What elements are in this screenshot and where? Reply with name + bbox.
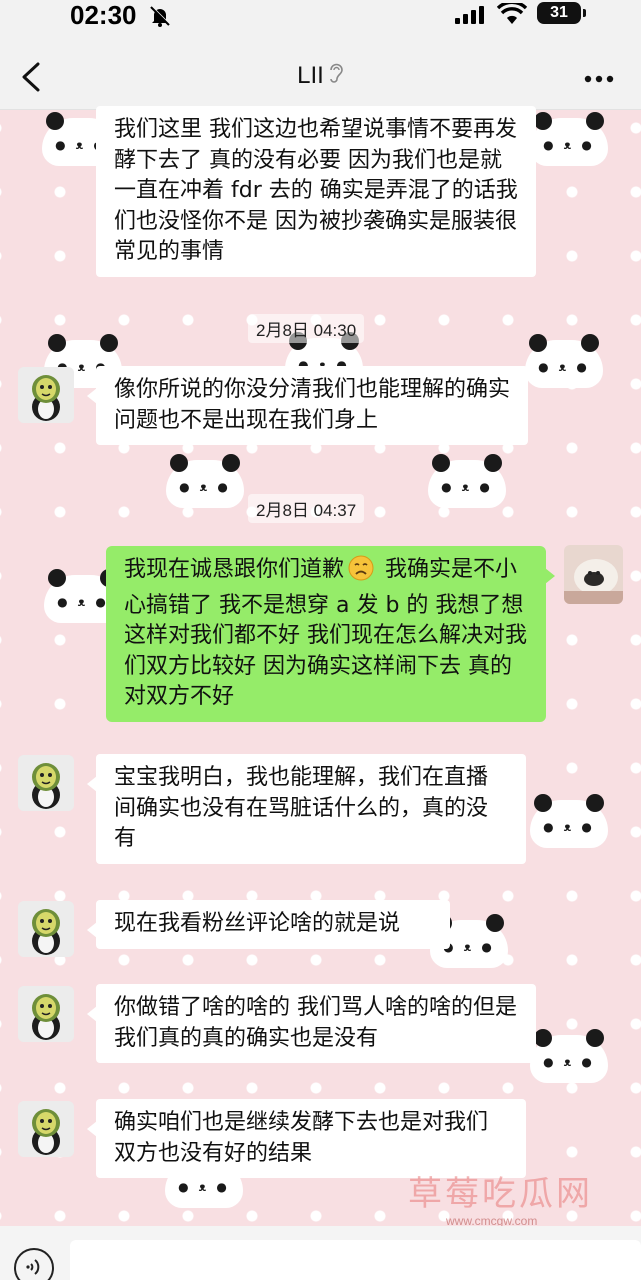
message-bubble-incoming[interactable]: 现在我看粉丝评论啥的就是说 bbox=[87, 900, 450, 949]
panda-sticker: ● ᴥ ● bbox=[428, 454, 506, 508]
timestamp: 2月8日 04:37 bbox=[248, 494, 365, 523]
status-time: 02:30 bbox=[70, 0, 137, 30]
chat-title: LII bbox=[297, 62, 324, 89]
message-bubble-incoming[interactable]: 我们这里 我们这边也希望说事情不要再发酵下去了 真的没有必要 因为我们也是就一直… bbox=[87, 106, 536, 277]
contact-avatar[interactable] bbox=[18, 901, 74, 957]
chat-title-row: LII bbox=[0, 62, 641, 91]
battery-icon: 31 bbox=[537, 2, 586, 24]
status-bar: 02:30 31 bbox=[0, 0, 641, 40]
panda-sticker: ● ᴥ ● bbox=[525, 334, 603, 388]
signal-icon bbox=[455, 6, 487, 29]
my-avatar[interactable] bbox=[564, 545, 623, 604]
more-options-icon[interactable] bbox=[584, 68, 614, 87]
panda-sticker: ● ᴥ ● bbox=[530, 794, 608, 848]
contact-avatar[interactable] bbox=[18, 755, 74, 811]
sad-face-emoji-icon bbox=[348, 555, 374, 591]
message-bubble-incoming[interactable]: 像你所说的你没分清我们也能理解的确实问题也不是出现在我们身上 bbox=[87, 366, 528, 445]
message-input[interactable] bbox=[70, 1240, 641, 1280]
contact-avatar[interactable] bbox=[18, 1101, 74, 1157]
ear-icon bbox=[328, 62, 344, 91]
message-bubble-outgoing[interactable]: 我现在诚恳跟你们道歉 我确实是不小心搞错了 我不是想穿 a 发 b 的 我想了想… bbox=[106, 546, 555, 722]
wifi-icon bbox=[496, 0, 528, 30]
panda-sticker: ● ᴥ ● bbox=[530, 1029, 608, 1083]
timestamp: 2月8日 04:30 bbox=[248, 314, 365, 343]
chat-header: LII bbox=[0, 40, 641, 110]
message-bubble-incoming[interactable]: 宝宝我明白，我也能理解，我们在直播间确实也没有在骂脏话什么的，真的没有 bbox=[87, 754, 526, 864]
message-bubble-incoming[interactable]: 你做错了啥的啥的 我们骂人啥的啥的但是我们真的真的确实也是没有 bbox=[87, 984, 536, 1063]
contact-avatar[interactable] bbox=[18, 986, 74, 1042]
voice-input-button[interactable] bbox=[14, 1248, 54, 1280]
contact-avatar[interactable] bbox=[18, 367, 74, 423]
mute-bell-icon bbox=[148, 4, 172, 33]
panda-sticker: ● ᴥ ● bbox=[166, 454, 244, 508]
message-text: 我现在诚恳跟你们道歉 bbox=[124, 557, 345, 582]
input-bar bbox=[0, 1226, 641, 1280]
panda-sticker: ● ᴥ ● bbox=[530, 112, 608, 166]
watermark: 草莓吃瓜网 bbox=[408, 1174, 593, 1214]
